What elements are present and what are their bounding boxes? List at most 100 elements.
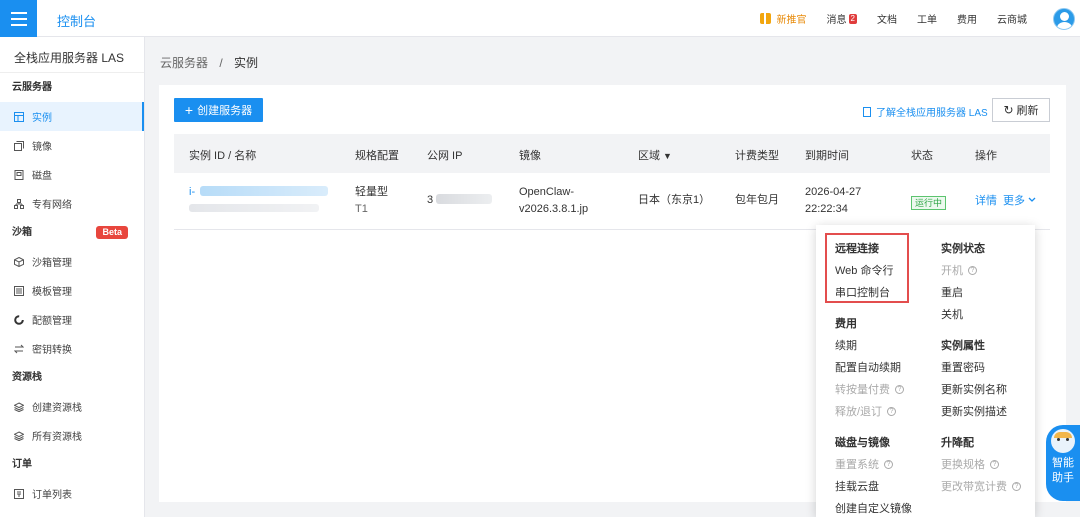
menu-item-create-image[interactable]: 创建自定义镜像 xyxy=(835,500,912,516)
image-name-line1: OpenClaw- xyxy=(519,186,575,198)
sidebar-group-orders: 订单 xyxy=(12,459,32,470)
menu-item-update-desc[interactable]: 更新实例描述 xyxy=(941,403,1007,419)
gift-icon xyxy=(759,13,771,24)
mall-link[interactable]: 云商城 xyxy=(997,11,1027,26)
user-avatar-icon[interactable] xyxy=(1053,7,1075,30)
tickets-link[interactable]: 工单 xyxy=(917,11,937,26)
menu-item-renew[interactable]: 续期 xyxy=(835,337,857,353)
more-dropdown[interactable]: 更多 xyxy=(1003,192,1036,208)
region-value: 日本（东京1） xyxy=(638,194,711,206)
menu-item-release: 释放/退订? xyxy=(835,403,897,419)
menu-group-fee: 费用 xyxy=(835,318,857,330)
console-brand[interactable]: 控制台 xyxy=(57,11,96,30)
sidebar-title: 全栈应用服务器 LAS xyxy=(0,37,144,73)
messages-link[interactable]: 消息 2 xyxy=(827,11,857,26)
expire-time: 22:22:34 xyxy=(805,203,848,215)
sidebar-item-disks[interactable]: 磁盘 xyxy=(0,160,144,189)
redacted-id xyxy=(200,186,328,196)
detail-link[interactable]: 详情 xyxy=(975,192,997,208)
expire-date: 2026-04-27 xyxy=(805,186,862,198)
row-actions: 详情 更多 xyxy=(975,192,1036,208)
message-count-badge: 2 xyxy=(848,13,857,24)
spec-type: 轻量型 xyxy=(355,186,388,198)
sidebar-item-instances[interactable]: 实例 xyxy=(0,102,144,131)
menu-item-auto-renew[interactable]: 配置自动续期 xyxy=(835,359,901,375)
top-bar: 控制台 新推官 消息 2 文档 工单 费用 云商城 xyxy=(0,0,1080,37)
docs-link[interactable]: 文档 xyxy=(877,11,897,26)
redacted-name xyxy=(189,204,319,212)
breadcrumb: 云服务器 / 实例 xyxy=(160,54,258,71)
cube-icon xyxy=(14,256,24,267)
col-image: 镜像 xyxy=(519,150,541,162)
col-instance-id: 实例 ID / 名称 xyxy=(189,150,257,162)
table-icon xyxy=(14,111,24,122)
help-icon[interactable]: ? xyxy=(968,265,977,275)
menu-item-change-spec: 更换规格? xyxy=(941,456,999,472)
help-icon[interactable]: ? xyxy=(1012,481,1021,491)
network-icon xyxy=(14,198,24,209)
promo-link[interactable]: 新推官 xyxy=(759,11,807,26)
breadcrumb-parent[interactable]: 云服务器 xyxy=(160,56,208,70)
filter-icon[interactable]: ▼ xyxy=(663,151,672,161)
col-region[interactable]: 区域 ▼ xyxy=(638,147,672,163)
sidebar-item-vpc[interactable]: 专有网络 xyxy=(0,189,144,218)
sidebar-item-template-manage[interactable]: 模板管理 xyxy=(0,276,144,305)
help-icon[interactable]: ? xyxy=(895,384,904,394)
beta-badge: Beta xyxy=(96,226,128,239)
sidebar-item-quota-manage[interactable]: 配额管理 xyxy=(0,305,144,334)
col-public-ip: 公网 IP xyxy=(427,150,463,162)
hamburger-menu-icon[interactable] xyxy=(0,0,37,37)
sidebar-item-create-stack[interactable]: 创建资源栈 xyxy=(0,392,144,421)
menu-item-web-shell[interactable]: Web 命令行 xyxy=(835,262,893,278)
quota-ring-icon xyxy=(14,314,24,325)
sidebar-item-key-convert[interactable]: 密钥转换 xyxy=(0,334,144,363)
sidebar-item-images[interactable]: 镜像 xyxy=(0,131,144,160)
menu-item-bandwidth-billing: 更改带宽计费? xyxy=(941,478,1021,494)
plus-icon: + xyxy=(184,102,194,118)
robot-icon xyxy=(1051,429,1075,453)
sidebar-item-all-stacks[interactable]: 所有资源栈 xyxy=(0,421,144,450)
menu-item-serial-console[interactable]: 串口控制台 xyxy=(835,284,890,300)
instance-id-link[interactable]: i- xyxy=(189,184,195,200)
col-spec: 规格配置 xyxy=(355,150,399,162)
template-icon xyxy=(14,285,24,296)
layers-icon xyxy=(14,401,24,412)
sidebar-group-sandbox: 沙箱 Beta xyxy=(0,218,144,247)
menu-item-mount-disk[interactable]: 挂载云盘 xyxy=(835,478,879,494)
redacted-ip xyxy=(436,194,492,204)
more-actions-menu: 远程连接 Web 命令行 串口控制台 费用 续期 配置自动续期 转按量付费? 释… xyxy=(816,225,1035,517)
billing-link[interactable]: 费用 xyxy=(957,11,977,26)
help-icon[interactable]: ? xyxy=(990,459,999,469)
menu-item-reset-system: 重置系统? xyxy=(835,456,893,472)
public-ip: 3 xyxy=(427,194,434,206)
swap-arrows-icon xyxy=(14,344,24,354)
col-billing: 计费类型 xyxy=(735,150,779,162)
menu-item-reboot[interactable]: 重启 xyxy=(941,284,963,300)
table-row: i- 轻量型 T1 3 OpenClaw- v2026.3.8.1.jp 日本（… xyxy=(174,173,1050,230)
sidebar-item-sandbox-manage[interactable]: 沙箱管理 xyxy=(0,247,144,276)
help-icon[interactable]: ? xyxy=(887,406,897,416)
menu-item-reset-password[interactable]: 重置密码 xyxy=(941,359,985,375)
top-nav: 新推官 消息 2 文档 工单 费用 云商城 xyxy=(759,0,1080,37)
refresh-button[interactable]: ↻ 刷新 xyxy=(992,98,1050,122)
menu-item-shutdown[interactable]: 关机 xyxy=(941,306,963,322)
breadcrumb-separator: / xyxy=(219,56,223,70)
create-server-button[interactable]: + 创建服务器 xyxy=(174,98,263,122)
layers-icon xyxy=(14,430,24,441)
learn-las-link[interactable]: 了解全栈应用服务器 LAS xyxy=(863,104,988,119)
status-badge: 运行中 xyxy=(911,196,947,210)
document-icon xyxy=(863,106,871,117)
menu-group-upgrade: 升降配 xyxy=(941,437,974,449)
sidebar: 全栈应用服务器 LAS 云服务器 实例 镜像 磁盘 专有网络 沙箱 Beta 沙箱… xyxy=(0,37,145,517)
chevron-down-icon xyxy=(1028,194,1036,206)
image-name-line2: v2026.3.8.1.jp xyxy=(519,203,589,215)
sidebar-item-order-list[interactable]: 订单列表 xyxy=(0,479,144,508)
smart-assistant-button[interactable]: 智能 助手 xyxy=(1046,425,1080,501)
help-icon[interactable]: ? xyxy=(884,459,893,469)
col-expire: 到期时间 xyxy=(805,150,849,162)
sidebar-group-resource-stack: 资源栈 xyxy=(12,372,42,383)
sidebar-group-cloud-server: 云服务器 xyxy=(12,82,52,93)
menu-item-rename[interactable]: 更新实例名称 xyxy=(941,381,1007,397)
menu-group-attributes: 实例属性 xyxy=(941,340,985,352)
menu-group-remote: 远程连接 xyxy=(835,243,879,255)
